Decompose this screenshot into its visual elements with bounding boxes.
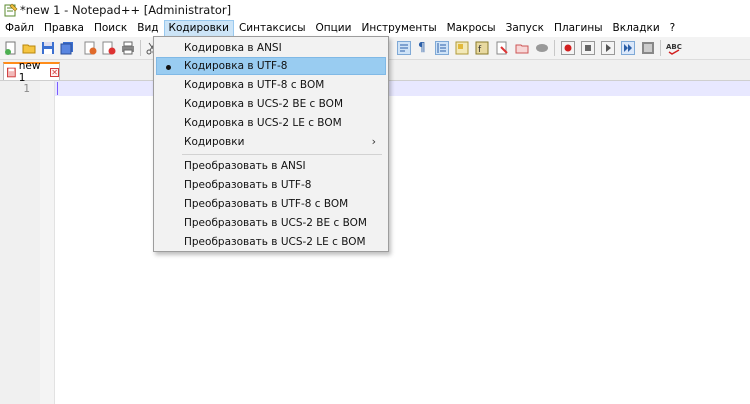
menu-item-convert-ucs2-le[interactable]: Преобразовать в UCS-2 LE с BOM bbox=[156, 233, 386, 251]
menu-item-charsets-submenu[interactable]: Кодировки › bbox=[156, 133, 386, 151]
menu-search[interactable]: Поиск bbox=[89, 20, 132, 37]
menu-item-convert-utf8-bom[interactable]: Преобразовать в UTF-8 с BOM bbox=[156, 195, 386, 213]
play-macro-icon[interactable] bbox=[601, 41, 615, 55]
toolbar-separator bbox=[660, 40, 661, 56]
open-file-icon[interactable] bbox=[22, 41, 36, 55]
spellcheck-icon[interactable]: ABC bbox=[666, 41, 682, 55]
menu-plugins[interactable]: Плагины bbox=[549, 20, 608, 37]
menu-item-label: Преобразовать в ANSI bbox=[184, 160, 306, 172]
submenu-arrow-icon: › bbox=[371, 135, 376, 148]
monitor-icon[interactable] bbox=[535, 41, 549, 55]
menu-item-label: Кодировка в UTF-8 с BOM bbox=[184, 79, 325, 91]
toolbar-separator bbox=[140, 40, 141, 56]
checked-bullet-icon bbox=[166, 65, 171, 70]
menu-item-label: Кодировки bbox=[184, 136, 245, 148]
menu-item-encode-ucs2-le[interactable]: Кодировка в UCS-2 LE с BOM bbox=[156, 114, 386, 132]
menu-syntax[interactable]: Синтаксисы bbox=[234, 20, 311, 37]
menu-item-convert-utf8[interactable]: Преобразовать в UTF-8 bbox=[156, 176, 386, 194]
menu-item-label: Преобразовать в UCS-2 LE с BOM bbox=[184, 236, 366, 248]
toolbar-separator bbox=[554, 40, 555, 56]
menu-item-label: Кодировка в ANSI bbox=[184, 42, 282, 54]
notepadpp-logo-icon bbox=[4, 3, 18, 17]
menu-item-label: Преобразовать в UTF-8 с BOM bbox=[184, 198, 349, 210]
encoding-dropdown-menu: Кодировка в ANSI Кодировка в UTF-8 Кодир… bbox=[153, 36, 389, 252]
save-icon[interactable] bbox=[41, 41, 55, 55]
text-caret bbox=[57, 82, 58, 95]
save-macro-icon[interactable] bbox=[641, 41, 655, 55]
new-file-icon[interactable] bbox=[4, 41, 18, 55]
menu-separator bbox=[182, 154, 382, 155]
menu-bar: Файл Правка Поиск Вид Кодировки Синтакси… bbox=[0, 20, 750, 37]
save-all-icon[interactable] bbox=[60, 41, 74, 55]
doc-map-icon[interactable] bbox=[455, 41, 469, 55]
menu-item-label: Преобразовать в UCS-2 BE с BOM bbox=[184, 217, 367, 229]
menu-item-encode-utf8[interactable]: Кодировка в UTF-8 bbox=[156, 57, 386, 75]
stop-macro-icon[interactable] bbox=[581, 41, 595, 55]
menu-tools[interactable]: Инструменты bbox=[356, 20, 441, 37]
print-icon[interactable] bbox=[121, 41, 135, 55]
menu-run[interactable]: Запуск bbox=[501, 20, 549, 37]
menu-item-convert-ansi[interactable]: Преобразовать в ANSI bbox=[156, 157, 386, 175]
wrap-icon[interactable] bbox=[397, 41, 411, 55]
menu-item-label: Кодировка в UTF-8 bbox=[184, 60, 288, 72]
menu-window[interactable]: Вкладки bbox=[608, 20, 665, 37]
menu-view[interactable]: Вид bbox=[132, 20, 163, 37]
menu-item-convert-ucs2-be[interactable]: Преобразовать в UCS-2 BE с BOM bbox=[156, 214, 386, 232]
tab-new-1[interactable]: new 1 ✕ bbox=[3, 60, 60, 84]
menu-item-encode-utf8-bom[interactable]: Кодировка в UTF-8 с BOM bbox=[156, 76, 386, 94]
svg-text:ABC: ABC bbox=[666, 43, 682, 51]
menu-item-encode-ansi[interactable]: Кодировка в ANSI bbox=[156, 39, 386, 57]
unsaved-file-icon bbox=[7, 67, 16, 77]
function-list-icon[interactable]: f bbox=[475, 41, 489, 55]
run-macro-multiple-icon[interactable] bbox=[621, 41, 635, 55]
tab-close-icon[interactable]: ✕ bbox=[50, 67, 59, 77]
menu-edit[interactable]: Правка bbox=[39, 20, 89, 37]
menu-macro[interactable]: Макросы bbox=[442, 20, 501, 37]
close-icon[interactable] bbox=[83, 41, 97, 55]
title-bar: *new 1 - Notepad++ [Administrator] bbox=[0, 0, 750, 20]
folder-icon[interactable] bbox=[515, 41, 529, 55]
window-title: *new 1 - Notepad++ [Administrator] bbox=[20, 3, 232, 17]
menu-settings[interactable]: Опции bbox=[311, 20, 357, 37]
line-number: 1 bbox=[23, 83, 30, 95]
folder-workspace-icon[interactable] bbox=[495, 41, 509, 55]
menu-help[interactable]: ? bbox=[665, 20, 681, 37]
menu-encoding[interactable]: Кодировки bbox=[163, 20, 234, 37]
menu-item-label: Кодировка в UCS-2 BE с BOM bbox=[184, 98, 343, 110]
indent-guide-icon[interactable] bbox=[435, 41, 449, 55]
record-macro-icon[interactable] bbox=[561, 41, 575, 55]
menu-item-encode-ucs2-be[interactable]: Кодировка в UCS-2 BE с BOM bbox=[156, 95, 386, 113]
show-all-chars-icon[interactable]: ¶ bbox=[418, 40, 426, 54]
close-all-icon[interactable] bbox=[102, 41, 116, 55]
menu-item-label: Преобразовать в UTF-8 bbox=[184, 179, 312, 191]
fold-margin bbox=[40, 81, 55, 404]
menu-file[interactable]: Файл bbox=[0, 20, 39, 37]
menu-item-label: Кодировка в UCS-2 LE с BOM bbox=[184, 117, 342, 129]
